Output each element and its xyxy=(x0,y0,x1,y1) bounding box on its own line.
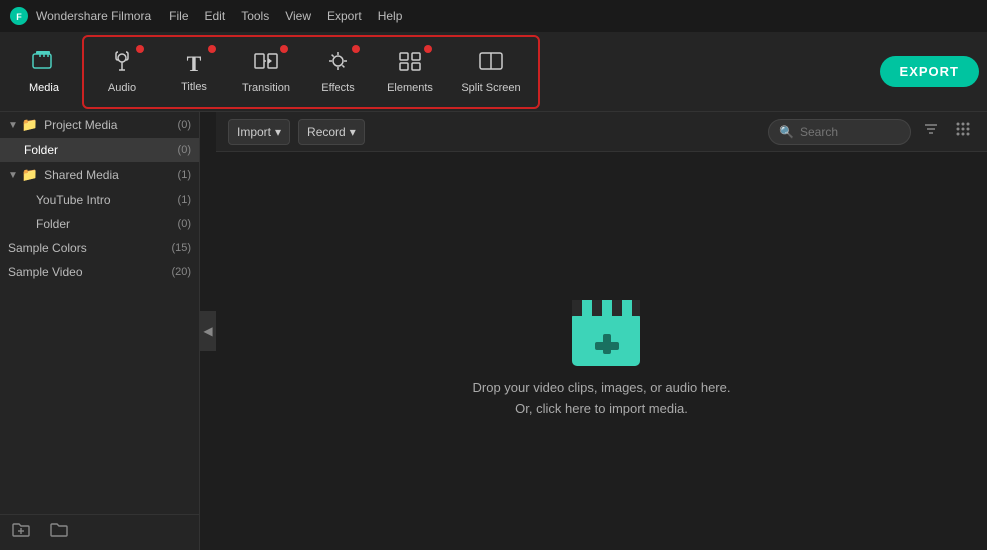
sidebar-item-folder-selected[interactable]: Folder (0) xyxy=(0,138,199,162)
project-media-count: (0) xyxy=(178,119,191,131)
sample-video-label: Sample Video xyxy=(8,265,83,279)
folder-selected-count: (0) xyxy=(178,144,191,156)
record-button[interactable]: Record ▾ xyxy=(298,119,365,145)
content-panel: Import ▾ Record ▾ 🔍 xyxy=(216,112,987,550)
sidebar-item-folder2[interactable]: Folder (0) xyxy=(0,212,199,236)
toolbar-outlined-group: Audio T Titles Transition xyxy=(82,35,540,109)
titles-label: Titles xyxy=(181,81,207,93)
folder-icon: 📁 xyxy=(22,117,38,133)
toolbar-item-split-screen[interactable]: Split Screen xyxy=(446,37,536,107)
toolbar-item-titles[interactable]: T Titles xyxy=(158,37,230,107)
folder-selected-label: Folder xyxy=(24,143,58,157)
drop-zone-text: Drop your video clips, images, or audio … xyxy=(473,378,731,420)
record-arrow-icon: ▾ xyxy=(350,125,356,139)
toolbar-item-effects[interactable]: Effects xyxy=(302,37,374,107)
menu-tools[interactable]: Tools xyxy=(241,9,269,23)
sidebar-item-sample-video[interactable]: Sample Video (20) xyxy=(0,260,199,284)
app-title: Wondershare Filmora xyxy=(36,9,151,23)
shared-media-count: (1) xyxy=(178,169,191,181)
sidebar-item-youtube-intro[interactable]: YouTube Intro (1) xyxy=(0,188,199,212)
titles-icon: T xyxy=(187,51,202,77)
svg-text:F: F xyxy=(16,12,22,22)
menu-export[interactable]: Export xyxy=(327,9,362,23)
youtube-intro-label: YouTube Intro xyxy=(36,193,111,207)
elements-label: Elements xyxy=(387,82,433,94)
titles-dot xyxy=(208,45,216,53)
main-area: ▼ 📁 Project Media (0) Folder (0) ▼ 📁 Sha… xyxy=(0,112,987,550)
sample-colors-label: Sample Colors xyxy=(8,241,87,255)
sample-video-count: (20) xyxy=(171,266,191,278)
folder2-count: (0) xyxy=(178,218,191,230)
sidebar-item-shared-media[interactable]: ▼ 📁 Shared Media (1) xyxy=(0,162,199,188)
import-label: Import xyxy=(237,125,271,139)
shared-media-label: Shared Media xyxy=(44,168,119,182)
app-icon: F xyxy=(10,7,28,25)
sidebar-content: ▼ 📁 Project Media (0) Folder (0) ▼ 📁 Sha… xyxy=(0,112,199,514)
transition-dot xyxy=(280,45,288,53)
project-media-label: Project Media xyxy=(44,118,117,132)
audio-dot xyxy=(136,45,144,53)
menu-edit[interactable]: Edit xyxy=(205,9,226,23)
drop-line1: Drop your video clips, images, or audio … xyxy=(473,378,731,399)
audio-icon xyxy=(111,50,133,78)
export-button[interactable]: EXPORT xyxy=(880,56,979,87)
search-icon: 🔍 xyxy=(779,125,794,139)
drop-zone[interactable]: Drop your video clips, images, or audio … xyxy=(216,152,987,550)
import-button[interactable]: Import ▾ xyxy=(228,119,290,145)
main-toolbar: Media Audio T Titles xyxy=(0,32,987,112)
sidebar-collapse-arrow[interactable]: ◀ xyxy=(200,311,216,351)
search-box[interactable]: 🔍 xyxy=(768,119,911,145)
menu-view[interactable]: View xyxy=(285,9,311,23)
content-toolbar: Import ▾ Record ▾ 🔍 xyxy=(216,112,987,152)
clapperboard-icon xyxy=(562,282,642,362)
effects-dot xyxy=(352,45,360,53)
folder2-label: Folder xyxy=(36,217,70,231)
folder-icon-footer[interactable] xyxy=(50,522,68,543)
transition-label: Transition xyxy=(242,82,290,94)
split-screen-icon xyxy=(479,50,503,78)
sample-colors-count: (15) xyxy=(171,242,191,254)
filter-icon[interactable] xyxy=(919,117,943,146)
sidebar: ▼ 📁 Project Media (0) Folder (0) ▼ 📁 Sha… xyxy=(0,112,200,550)
effects-label: Effects xyxy=(321,82,354,94)
shared-folder-icon: 📁 xyxy=(22,167,38,183)
record-label: Record xyxy=(307,125,346,139)
transition-icon xyxy=(254,50,278,78)
search-input[interactable] xyxy=(800,125,900,139)
title-bar: F Wondershare Filmora File Edit Tools Vi… xyxy=(0,0,987,32)
chevron-icon: ▼ xyxy=(8,120,18,131)
elements-icon xyxy=(398,50,422,78)
menu-bar: File Edit Tools View Export Help xyxy=(169,9,402,23)
elements-dot xyxy=(424,45,432,53)
sidebar-item-project-media[interactable]: ▼ 📁 Project Media (0) xyxy=(0,112,199,138)
sidebar-item-sample-colors[interactable]: Sample Colors (15) xyxy=(0,236,199,260)
split-screen-label: Split Screen xyxy=(461,82,520,94)
menu-file[interactable]: File xyxy=(169,9,188,23)
sidebar-footer xyxy=(0,514,199,550)
toolbar-item-audio[interactable]: Audio xyxy=(86,37,158,107)
grid-icon[interactable] xyxy=(951,117,975,146)
toolbar-item-media[interactable]: Media xyxy=(8,37,80,107)
media-icon xyxy=(32,50,56,78)
drop-line2: Or, click here to import media. xyxy=(473,399,731,420)
media-label: Media xyxy=(29,82,59,94)
toolbar-item-elements[interactable]: Elements xyxy=(374,37,446,107)
youtube-intro-count: (1) xyxy=(178,194,191,206)
chevron-shared-icon: ▼ xyxy=(8,170,18,181)
import-arrow-icon: ▾ xyxy=(275,125,281,139)
toolbar-item-transition[interactable]: Transition xyxy=(230,37,302,107)
new-folder-icon[interactable] xyxy=(12,522,30,543)
effects-icon xyxy=(326,50,350,78)
menu-help[interactable]: Help xyxy=(378,9,403,23)
audio-label: Audio xyxy=(108,82,136,94)
